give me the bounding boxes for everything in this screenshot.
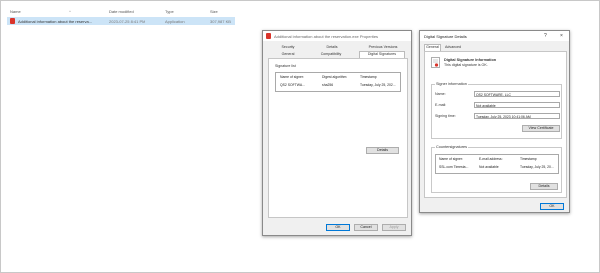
signature-list-label: Signature list: [275, 64, 296, 68]
name-field[interactable]: QS2 SOFTWARE, LLC: [474, 91, 560, 97]
apply-button[interactable]: Apply: [382, 224, 406, 231]
tab-general[interactable]: General: [424, 44, 441, 51]
counter-row-email: Not available: [479, 165, 499, 169]
tab-previous-versions[interactable]: Previous Versions: [361, 45, 405, 49]
file-list-header: Name ^ Date modified Type Size: [7, 7, 235, 17]
details-button[interactable]: Details: [366, 147, 399, 154]
help-icon[interactable]: ?: [544, 33, 547, 39]
countersignature-list-header: Name of signer: E-mail address: Timestam…: [436, 156, 558, 162]
countersignature-row[interactable]: SSL.com Timesta... Not available Tuesday…: [436, 164, 558, 170]
tab-compatibility[interactable]: Compatibility: [309, 52, 353, 56]
cancel-button[interactable]: Cancel: [354, 224, 378, 231]
screenshot-frame: Name ^ Date modified Type Size Additiona…: [0, 0, 600, 273]
general-panel: Digital Signature Information This digit…: [424, 51, 567, 198]
signature-details-dialog: Digital Signature Details ? × General Ad…: [419, 30, 570, 213]
signer-information-legend: Signer information: [435, 82, 468, 86]
signature-status: This digital signature is OK.: [444, 63, 488, 67]
counter-row-signer: SSL.com Timesta...: [439, 165, 469, 169]
signature-list: Name of signer: Digest algorithm Timesta…: [275, 72, 401, 92]
digital-signatures-panel: Signature list Name of signer: Digest al…: [268, 58, 408, 218]
column-name[interactable]: Name: [10, 9, 21, 14]
col-counter-timestamp[interactable]: Timestamp: [520, 157, 537, 161]
properties-titlebar: Additional information about the reserva…: [263, 31, 411, 41]
file-size: 307,987 KB: [210, 19, 231, 24]
countersignature-list: Name of signer: E-mail address: Timestam…: [435, 154, 559, 174]
signature-details-title: Digital Signature Details: [424, 34, 467, 39]
file-row[interactable]: Additional information about the reserva…: [7, 17, 235, 25]
signature-row[interactable]: QS2 SOFTWA... sha256 Tuesday, July 25, 2…: [276, 82, 400, 88]
column-date-modified[interactable]: Date modified: [109, 9, 134, 14]
email-label: E-mail:: [435, 103, 447, 107]
col-counter-email[interactable]: E-mail address:: [479, 157, 503, 161]
name-label: Name:: [435, 92, 446, 96]
signature-list-header: Name of signer: Digest algorithm Timesta…: [276, 74, 400, 80]
col-signer[interactable]: Name of signer:: [280, 75, 304, 79]
ok-button[interactable]: OK: [540, 203, 564, 210]
col-timestamp[interactable]: Timestamp: [360, 75, 377, 79]
sort-up-icon: ^: [69, 9, 71, 14]
column-type[interactable]: Type: [165, 9, 174, 14]
signing-time-field[interactable]: Tuesday, July 25, 2023 10:41:06 AM: [474, 113, 560, 119]
properties-dialog: Additional information about the reserva…: [262, 30, 412, 236]
tab-security[interactable]: Security: [271, 45, 305, 49]
ok-button[interactable]: OK: [326, 224, 350, 231]
tab-details[interactable]: Details: [315, 45, 349, 49]
close-icon[interactable]: ×: [560, 33, 563, 39]
row-signer: QS2 SOFTWA...: [280, 83, 305, 87]
signing-time-label: Signing time:: [435, 114, 456, 118]
view-certificate-button[interactable]: View Certificate: [522, 125, 560, 132]
countersignatures-legend: Countersignatures: [435, 145, 469, 149]
counter-row-timestamp: Tuesday, July 25, 20...: [520, 165, 554, 169]
tab-general[interactable]: General: [271, 52, 305, 56]
signature-certificate-icon: [431, 57, 440, 68]
row-digest: sha256: [322, 83, 334, 87]
pdf-file-icon: [10, 18, 15, 24]
tab-advanced[interactable]: Advanced: [442, 45, 464, 49]
col-counter-signer[interactable]: Name of signer:: [439, 157, 463, 161]
tab-digital-signatures[interactable]: Digital Signatures: [359, 51, 405, 58]
row-timestamp: Tuesday, July 25, 202...: [360, 83, 396, 87]
countersignature-details-button[interactable]: Details: [530, 183, 558, 190]
file-type: Application: [165, 19, 185, 24]
properties-title: Additional information about the reserva…: [274, 34, 379, 39]
signature-info-heading: Digital Signature Information: [444, 58, 497, 62]
column-size[interactable]: Size: [210, 9, 218, 14]
signer-information-group: Signer information Name: QS2 SOFTWARE, L…: [431, 82, 562, 139]
email-field[interactable]: Not available: [474, 102, 560, 108]
file-name: Additional information about the reserva…: [18, 19, 93, 24]
signature-details-titlebar: Digital Signature Details ? ×: [420, 31, 569, 41]
countersignatures-group: Countersignatures Name of signer: E-mail…: [431, 145, 562, 193]
app-icon: [266, 33, 271, 39]
file-date: 2023-07-25 8:41 PM: [109, 19, 146, 24]
col-digest[interactable]: Digest algorithm: [322, 75, 347, 79]
